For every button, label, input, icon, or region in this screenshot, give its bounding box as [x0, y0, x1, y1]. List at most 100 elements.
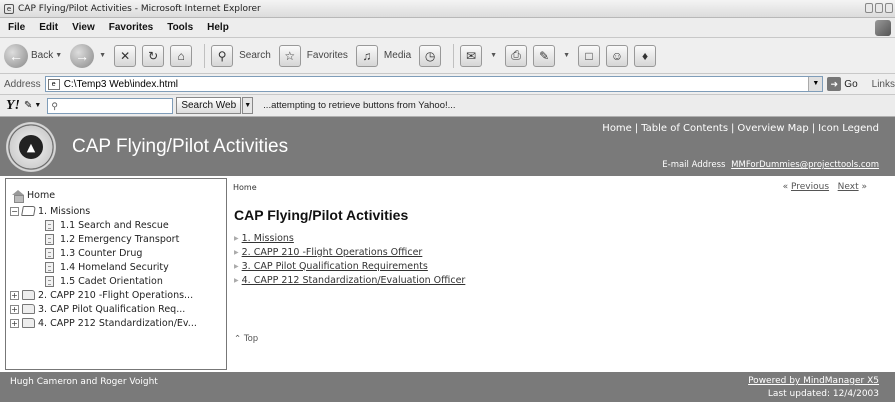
edit-dropdown-icon[interactable]: ▼ [563, 52, 570, 59]
menu-favorites[interactable]: Favorites [109, 22, 153, 33]
list-item: ▶ 1. Missions [234, 231, 465, 245]
mail-dropdown-icon[interactable]: ▼ [490, 52, 497, 59]
tree-item-label: 1.4 Homeland Security [60, 261, 169, 273]
search-label: Search [239, 50, 271, 61]
nav-home-link[interactable]: Home [602, 123, 632, 134]
links-button[interactable]: Links [872, 79, 895, 90]
tree-item-pilot-qualification[interactable]: + 3. CAP Pilot Qualification Req... [10, 302, 226, 316]
address-input[interactable]: e C:\Temp3 Web\index.html ▼ [44, 76, 824, 92]
cap-seal-logo: ▲ [6, 122, 56, 172]
yahoo-logo-icon[interactable]: Y! [6, 98, 20, 114]
minimize-button[interactable] [865, 3, 873, 13]
tree-item-homeland-security[interactable]: 1.4 Homeland Security [10, 260, 226, 274]
nav-separator: | [634, 123, 639, 134]
top-nav-links: Home | Table of Contents | Overview Map | Icon… [602, 123, 879, 134]
menu-file[interactable]: File [8, 22, 25, 33]
history-icon[interactable]: ◷ [419, 44, 442, 67]
yahoo-search-input[interactable]: ⚲ [47, 97, 174, 114]
go-button[interactable]: ➜ Go [827, 77, 858, 91]
page-title: CAP Flying/Pilot Activities [234, 207, 409, 223]
forward-button[interactable]: → ▼ [70, 43, 106, 68]
edit-page-icon: ✎ [533, 44, 556, 67]
next-link[interactable]: Next [838, 182, 859, 192]
favorites-star-icon: ☆ [278, 44, 301, 67]
favorites-label: Favorites [306, 50, 348, 61]
media-button[interactable]: ♫ Media [355, 44, 412, 67]
list-item: ▶ 3. CAP Pilot Qualification Requirement… [234, 259, 465, 273]
email-link[interactable]: MMForDummies@projecttools.com [731, 160, 879, 170]
up-chevron-icon: ⌃ [234, 334, 242, 344]
menu-edit[interactable]: Edit [39, 22, 58, 33]
topic-link-capp-210[interactable]: 2. CAPP 210 -Flight Operations Officer [242, 247, 423, 258]
tree-item-cadet-orientation[interactable]: 1.5 Cadet Orientation [10, 274, 226, 288]
media-label: Media [383, 50, 412, 61]
tree-item-search-and-rescue[interactable]: 1.1 Search and Rescue [10, 218, 226, 232]
tree-item-emergency-transport[interactable]: 1.2 Emergency Transport [10, 232, 226, 246]
document-icon [45, 247, 54, 259]
print-icon[interactable]: ⎙ [505, 44, 528, 67]
favorites-button[interactable]: ☆ Favorites [278, 44, 348, 67]
tree-item-label: 4. CAPP 212 Standardization/Ev... [38, 317, 197, 329]
tree-item-capp-210[interactable]: + 2. CAPP 210 -Flight Operations... [10, 288, 226, 302]
discuss-icon[interactable]: □ [578, 44, 601, 67]
nav-overview-map-link[interactable]: Overview Map [737, 123, 808, 134]
research-icon[interactable]: ♦ [634, 44, 657, 67]
tree-item-label: 1.3 Counter Drug [60, 247, 143, 259]
nav-toc-link[interactable]: Table of Contents [641, 123, 728, 134]
back-dropdown-icon[interactable]: ▼ [55, 52, 62, 59]
topic-link-pilot-qualification[interactable]: 3. CAP Pilot Qualification Requirements [242, 261, 428, 272]
nav-icon-legend-link[interactable]: Icon Legend [818, 123, 879, 134]
propeller-icon: ▲ [26, 140, 36, 154]
refresh-icon[interactable]: ↻ [142, 44, 165, 67]
list-item: ▶ 2. CAPP 210 -Flight Operations Officer [234, 245, 465, 259]
powered-by-link[interactable]: Powered by MindManager X5 [748, 376, 879, 386]
tree-item-label: 1.2 Emergency Transport [60, 233, 180, 245]
home-icon[interactable]: ⌂ [170, 44, 193, 67]
tree-item-label: 1.5 Cadet Orientation [60, 275, 163, 287]
stop-icon[interactable]: ✕ [114, 44, 137, 67]
breadcrumb[interactable]: Home [233, 183, 257, 192]
to-top-link[interactable]: ⌃ Top [234, 334, 258, 344]
menu-bar: File Edit View Favorites Tools Help [0, 18, 895, 38]
collapse-icon[interactable]: − [10, 206, 19, 216]
close-button[interactable] [885, 3, 893, 13]
yahoo-toolbar: Y! ✎ ▼ ⚲ Search Web ▼ ...attempting to r… [0, 95, 895, 117]
go-arrow-icon: ➜ [827, 77, 842, 91]
menu-tools[interactable]: Tools [167, 22, 193, 33]
previous-link[interactable]: Previous [791, 182, 829, 192]
bullet-arrow-icon: ▶ [234, 262, 239, 270]
menu-help[interactable]: Help [207, 22, 229, 33]
edit-button[interactable]: ✎ ▼ [533, 44, 570, 67]
toolbar-separator [453, 43, 455, 68]
tree-item-missions[interactable]: − 1. Missions [10, 204, 226, 218]
address-dropdown-icon[interactable]: ▼ [808, 77, 823, 91]
site-header: ▲ CAP Flying/Pilot Activities Home | Table… [0, 117, 895, 176]
window-controls [865, 3, 893, 13]
windows-logo-icon [875, 20, 891, 36]
pencil-dropdown-icon[interactable]: ▼ [34, 102, 41, 109]
search-web-dropdown-icon[interactable]: ▼ [242, 97, 254, 114]
topic-link-missions[interactable]: 1. Missions [242, 233, 294, 244]
mail-button[interactable]: ✉ ▼ [460, 44, 497, 67]
document-icon [45, 219, 54, 231]
expand-icon[interactable]: + [10, 318, 19, 328]
topic-link-capp-212[interactable]: 4. CAPP 212 Standardization/Evaluation O… [242, 275, 466, 286]
expand-icon[interactable]: + [10, 304, 19, 314]
messenger-icon[interactable]: ☺ [606, 44, 629, 67]
expand-icon[interactable]: + [10, 290, 19, 300]
tree-item-counter-drug[interactable]: 1.3 Counter Drug [10, 246, 226, 260]
search-button[interactable]: ⚲ Search [211, 44, 271, 67]
tree-item-capp-212[interactable]: + 4. CAPP 212 Standardization/Ev... [10, 316, 226, 330]
site-title: CAP Flying/Pilot Activities [72, 136, 289, 157]
maximize-button[interactable] [875, 3, 883, 13]
bullet-arrow-icon: ▶ [234, 276, 239, 284]
yahoo-status-text: ...attempting to retrieve buttons from Y… [263, 100, 456, 111]
pencil-icon[interactable]: ✎ [24, 100, 32, 111]
search-web-button[interactable]: Search Web [176, 97, 242, 114]
tree-home[interactable]: Home [10, 187, 226, 204]
to-top-label: Top [243, 334, 259, 344]
forward-dropdown-icon[interactable]: ▼ [99, 52, 106, 59]
bullet-arrow-icon: ▶ [234, 234, 239, 242]
back-button[interactable]: ← Back ▼ [4, 43, 62, 68]
menu-view[interactable]: View [72, 22, 95, 33]
